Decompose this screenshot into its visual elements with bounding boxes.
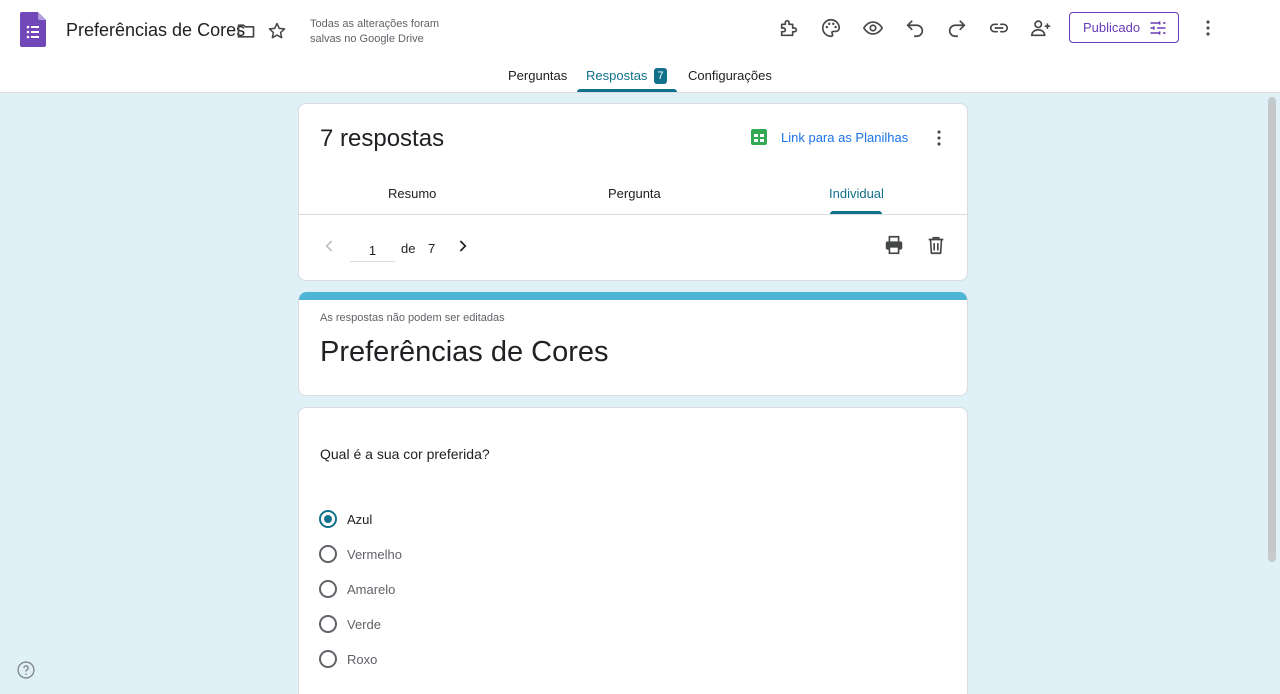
publish-button[interactable]: Publicado (1069, 12, 1179, 43)
question-card: Qual é a sua cor preferida? Azul Vermelh… (298, 407, 968, 694)
responses-count-title: 7 respostas (320, 125, 445, 152)
link-to-sheets-label: Link para as Planilhas (781, 129, 909, 145)
question-text: Qual é a sua cor preferida? (320, 446, 490, 462)
add-collaborator-icon[interactable] (1029, 16, 1053, 40)
tab-perguntas[interactable]: Perguntas (508, 68, 567, 83)
option-label: Amarelo (347, 581, 396, 597)
folder-icon[interactable] (234, 19, 258, 43)
subtab-individual[interactable]: Individual (829, 186, 884, 201)
forms-logo-icon[interactable] (20, 12, 46, 47)
chevron-right-icon[interactable] (452, 236, 472, 261)
document-title[interactable]: Preferências de Cores (66, 20, 245, 41)
app-header: Preferências de Cores Todas as alteraçõe… (0, 0, 1280, 93)
page-total: 7 (428, 241, 436, 256)
form-accent-bar (299, 292, 967, 300)
publish-label: Publicado (1083, 20, 1141, 35)
sheets-icon (751, 129, 767, 145)
print-icon[interactable] (883, 234, 905, 261)
active-tab-indicator (577, 89, 677, 92)
radio-unchecked-icon (319, 650, 337, 668)
page-scrollbar[interactable] (1268, 97, 1276, 562)
read-only-note: As respostas não podem ser editadas (320, 312, 505, 324)
more-vert-icon[interactable] (1196, 16, 1220, 40)
chevron-left-icon[interactable] (320, 236, 340, 261)
palette-icon[interactable] (819, 16, 843, 40)
radio-checked-icon (319, 510, 337, 528)
option-label: Vermelho (347, 546, 402, 562)
option-label: Roxo (347, 651, 378, 667)
option-vermelho: Vermelho (319, 545, 402, 563)
addon-icon[interactable] (777, 16, 801, 40)
trash-icon[interactable] (925, 234, 947, 261)
radio-unchecked-icon (319, 615, 337, 633)
link-icon[interactable] (987, 16, 1011, 40)
option-verde: Verde (319, 615, 381, 633)
tab-configuracoes[interactable]: Configurações (688, 68, 772, 83)
page-number-input[interactable] (350, 240, 395, 262)
page-of-label: de (401, 241, 416, 256)
redo-icon[interactable] (945, 16, 969, 40)
responses-summary-card: 7 respostas Link para as Planilhas Resum… (298, 103, 968, 281)
option-amarelo: Amarelo (319, 580, 395, 598)
radio-unchecked-icon (319, 580, 337, 598)
subtab-resumo[interactable]: Resumo (388, 186, 436, 201)
star-icon[interactable] (265, 19, 289, 43)
form-title: Preferências de Cores (320, 336, 609, 368)
link-to-sheets[interactable]: Link para as Planilhas (751, 129, 908, 145)
responses-count-badge: 7 (654, 68, 667, 84)
radio-unchecked-icon (319, 545, 337, 563)
option-azul: Azul (319, 510, 372, 528)
responses-more-icon[interactable] (928, 127, 950, 154)
form-header-card: As respostas não podem ser editadas Pref… (298, 292, 968, 396)
help-icon[interactable] (16, 660, 36, 685)
option-roxo: Roxo (319, 650, 377, 668)
preview-eye-icon[interactable] (861, 16, 885, 40)
option-label: Azul (347, 511, 373, 527)
tab-respostas[interactable]: Respostas (586, 68, 647, 83)
option-label: Verde (347, 616, 381, 632)
subtab-divider (299, 214, 967, 215)
save-status: Todas as alterações foram salvas no Goog… (310, 18, 440, 45)
tune-icon (1148, 18, 1168, 41)
undo-icon[interactable] (903, 16, 927, 40)
subtab-pergunta[interactable]: Pergunta (608, 186, 661, 201)
